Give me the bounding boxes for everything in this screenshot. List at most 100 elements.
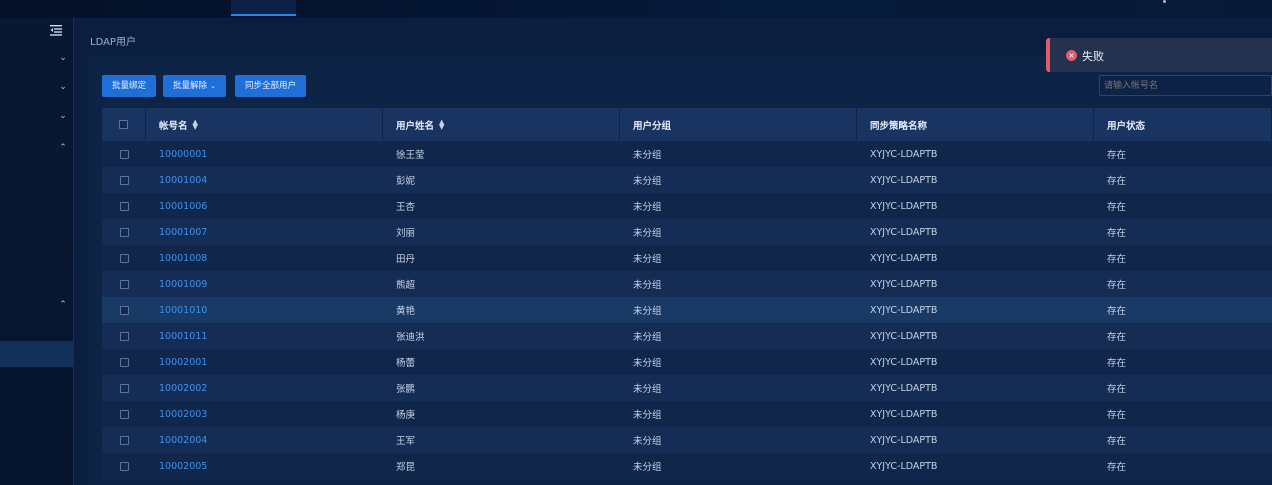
user-status-cell: 存在 [1107,202,1127,213]
account-cell[interactable]: 10000001 [146,141,383,167]
user-status-cell: 存在 [1107,358,1127,369]
row-select-cell [102,375,146,401]
account-cell[interactable]: 10001008 [146,245,383,271]
user-group-cell: 未分组 [633,306,662,317]
header-user-group: 用户分组 [620,108,857,141]
header-user-name[interactable]: 用户姓名 ▲ ▼ [383,108,620,141]
error-icon: × [1066,50,1077,61]
account-cell[interactable]: 10001011 [146,323,383,349]
table-row[interactable]: 10000001 徐王莹 未分组 XYJYC-LDAPTB 存在 [102,141,1272,167]
sync-policy-cell: XYJYC-LDAPTB [870,330,938,342]
sort-icon[interactable]: ▲ ▼ [193,118,198,130]
table-row[interactable]: 10002004 王军 未分组 XYJYC-LDAPTB 存在 [102,427,1272,453]
account-cell[interactable]: 10002002 [146,375,383,401]
row-checkbox[interactable] [119,201,129,211]
account-search-input[interactable] [1099,75,1272,96]
select-all-checkbox[interactable] [119,120,128,129]
sync-policy-cell: XYJYC-LDAPTB [870,226,938,238]
menu-collapse-icon[interactable] [48,22,64,38]
account-cell[interactable]: 10002005 [146,453,383,479]
user-name-cell: 张迪洪 [396,332,425,343]
chevron-down-icon[interactable]: ⌄ [58,111,68,121]
row-checkbox[interactable] [119,305,129,315]
row-select-cell [102,193,146,219]
sidebar: ⌄ ⌄ ⌄ ⌃ ⌃ [0,18,74,485]
top-nav-active-tab[interactable] [231,0,296,16]
row-checkbox[interactable] [119,279,129,289]
row-select-cell [102,297,146,323]
row-checkbox[interactable] [119,409,129,419]
user-group-cell: 未分组 [633,176,662,187]
row-checkbox[interactable] [119,331,129,341]
account-cell[interactable]: 10002001 [146,349,383,375]
chevron-up-icon[interactable]: ⌃ [58,143,68,153]
table-row[interactable]: 10001007 刘丽 未分组 XYJYC-LDAPTB 存在 [102,219,1272,245]
row-checkbox[interactable] [119,253,129,263]
table-row[interactable]: 10001009 熊超 未分组 XYJYC-LDAPTB 存在 [102,271,1272,297]
row-checkbox[interactable] [119,383,129,393]
row-select-cell [102,349,146,375]
table-row[interactable]: 10002005 郑昆 未分组 XYJYC-LDAPTB 存在 [102,453,1272,479]
user-name-cell: 彭妮 [396,176,416,187]
table-row[interactable]: 10001004 彭妮 未分组 XYJYC-LDAPTB 存在 [102,167,1272,193]
user-group-cell: 未分组 [633,202,662,213]
row-checkbox[interactable] [119,149,129,159]
chevron-down-icon[interactable]: ⌄ [58,82,68,92]
row-select-cell [102,427,146,453]
table-row[interactable]: 10001011 张迪洪 未分组 XYJYC-LDAPTB 存在 [102,323,1272,349]
table-row[interactable]: 10002002 张鹏 未分组 XYJYC-LDAPTB 存在 [102,375,1272,401]
chevron-up-icon[interactable]: ⌃ [58,300,68,310]
table-row[interactable]: 10002003 杨庚 未分组 XYJYC-LDAPTB 存在 [102,401,1272,427]
user-status-cell: 存在 [1107,254,1127,265]
row-checkbox[interactable] [119,461,129,471]
user-status-cell: 存在 [1107,436,1127,447]
account-cell[interactable]: 10001010 [146,297,383,323]
row-select-cell [102,401,146,427]
row-checkbox[interactable] [119,175,129,185]
row-select-cell [102,167,146,193]
batch-unbind-button[interactable]: 批量解除 ⌄ [163,75,226,97]
header-account[interactable]: 帐号名 ▲ ▼ [146,108,383,141]
account-cell[interactable]: 10001009 [146,271,383,297]
error-toast: × 失败 [1046,38,1272,72]
decor-dot [1163,0,1166,3]
batch-bind-button[interactable]: 批量绑定 [102,75,157,97]
user-group-cell: 未分组 [633,358,662,369]
account-cell[interactable]: 10002003 [146,401,383,427]
user-status-cell: 存在 [1107,280,1127,291]
chevron-down-icon[interactable]: ⌄ [58,53,68,63]
account-cell[interactable]: 10001006 [146,193,383,219]
table-row[interactable]: 10001010 黄艳 未分组 XYJYC-LDAPTB 存在 [102,297,1272,323]
table-row[interactable]: 10001008 田丹 未分组 XYJYC-LDAPTB 存在 [102,245,1272,271]
table-row[interactable]: 10002001 杨蕾 未分组 XYJYC-LDAPTB 存在 [102,349,1272,375]
row-select-cell [102,219,146,245]
user-group-cell: 未分组 [633,384,662,395]
sort-icon[interactable]: ▲ ▼ [439,118,444,130]
row-checkbox[interactable] [119,227,129,237]
user-status-cell: 存在 [1107,384,1127,395]
user-status-cell: 存在 [1107,332,1127,343]
sync-policy-cell: XYJYC-LDAPTB [870,278,938,290]
row-select-cell [102,453,146,479]
sync-policy-cell: XYJYC-LDAPTB [870,200,938,212]
user-name-cell: 徐王莹 [396,150,425,161]
user-name-cell: 张鹏 [396,384,416,395]
row-checkbox[interactable] [119,357,129,367]
row-select-cell [102,141,146,167]
sync-all-users-button[interactable]: 同步全部用户 [235,75,307,97]
user-name-cell: 杨庚 [396,410,416,421]
table-row[interactable]: 10001006 王杏 未分组 XYJYC-LDAPTB 存在 [102,193,1272,219]
user-group-cell: 未分组 [633,410,662,421]
account-cell[interactable]: 10002004 [146,427,383,453]
user-group-cell: 未分组 [633,254,662,265]
account-cell[interactable]: 10001007 [146,219,383,245]
account-cell[interactable]: 10001004 [146,167,383,193]
row-select-cell [102,245,146,271]
row-checkbox[interactable] [119,435,129,445]
header-user-status: 用户状态 [1094,108,1272,141]
user-name-cell: 熊超 [396,280,416,291]
sync-policy-cell: XYJYC-LDAPTB [870,148,938,160]
sidebar-item-selected[interactable] [0,341,73,367]
sync-policy-cell: XYJYC-LDAPTB [870,252,938,264]
user-group-cell: 未分组 [633,280,662,291]
